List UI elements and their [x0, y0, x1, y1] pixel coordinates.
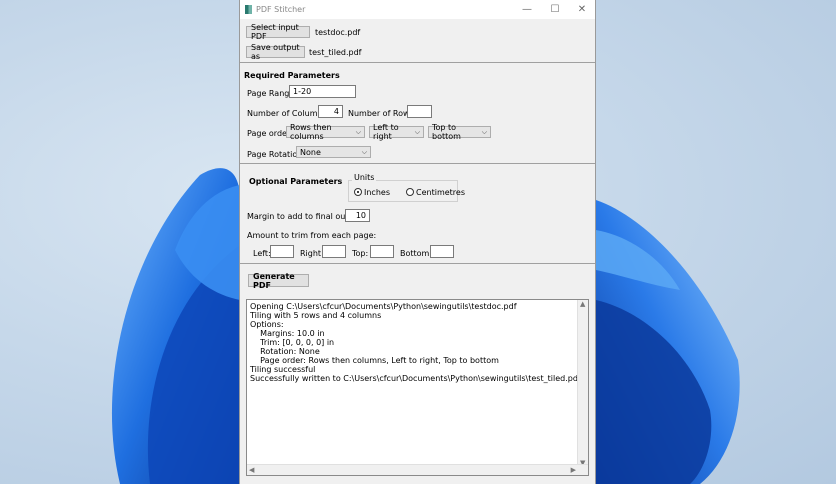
horizontal-direction-value: Left to right: [373, 123, 399, 141]
output-log[interactable]: Opening C:\Users\cfcur\Documents\Python\…: [246, 299, 589, 476]
chevron-down-icon: ⌵: [355, 127, 361, 136]
log-line: Page order: Rows then columns, Left to r…: [250, 356, 499, 365]
chevron-down-icon: ⌵: [361, 147, 367, 156]
log-line: Successfully written to C:\Users\cfcur\D…: [250, 374, 581, 383]
trim-right-input[interactable]: [322, 245, 346, 258]
chevron-down-icon: ⌵: [481, 127, 487, 136]
page-order-select[interactable]: Rows then columns ⌵: [286, 123, 365, 141]
required-parameters-heading: Required Parameters: [244, 71, 340, 80]
trim-bottom-input[interactable]: [430, 245, 454, 258]
log-line: Trim: [0, 0, 0, 0] in: [250, 338, 335, 347]
optional-parameters-heading: Optional Parameters: [249, 177, 343, 186]
page-order-value: Rows then columns: [290, 123, 332, 141]
separator: [240, 163, 595, 164]
trim-label: Amount to trim from each page:: [247, 231, 377, 240]
trim-left-input[interactable]: [270, 245, 294, 258]
log-lines: Opening C:\Users\cfcur\Documents\Python\…: [250, 302, 581, 383]
title-bar[interactable]: PDF Stitcher — ☐ ✕: [240, 0, 595, 19]
output-filename: test_tiled.pdf: [309, 48, 362, 57]
trim-top-input[interactable]: [370, 245, 394, 258]
trim-bottom-label: Bottom:: [400, 249, 433, 258]
minimize-button[interactable]: —: [513, 0, 541, 19]
rotation-value: None: [300, 147, 321, 157]
vertical-direction-value: Top to bottom: [432, 123, 461, 141]
scroll-right-icon[interactable]: ▶: [571, 466, 576, 474]
pdf-stitcher-window: PDF Stitcher — ☐ ✕ Select input PDF test…: [239, 0, 596, 484]
margin-input[interactable]: 10: [345, 209, 370, 222]
maximize-button[interactable]: ☐: [541, 0, 569, 19]
generate-pdf-button[interactable]: Generate PDF: [248, 272, 309, 290]
trim-top-label: Top:: [352, 249, 369, 258]
app-icon: [245, 5, 252, 14]
units-label: Units: [352, 173, 377, 182]
separator: [240, 62, 595, 63]
centimetres-radio[interactable]: [406, 188, 414, 196]
log-line: Options:: [250, 320, 284, 329]
horizontal-scrollbar[interactable]: ◀ ▶: [247, 464, 588, 475]
inches-radio[interactable]: [354, 188, 362, 196]
close-button[interactable]: ✕: [568, 0, 596, 19]
scroll-up-icon[interactable]: ▲: [580, 300, 585, 308]
window-title: PDF Stitcher: [256, 5, 306, 14]
horizontal-direction-select[interactable]: Left to right ⌵: [369, 123, 424, 141]
select-input-pdf-button[interactable]: Select input PDF: [246, 23, 310, 41]
trim-left-label: Left:: [253, 249, 271, 258]
columns-input[interactable]: 4: [318, 105, 343, 118]
log-line: Margins: 10.0 in: [250, 329, 325, 338]
rows-input[interactable]: [407, 105, 432, 118]
page-range-input[interactable]: 1-20: [289, 85, 356, 98]
scroll-left-icon[interactable]: ◀: [249, 466, 254, 474]
log-line: Rotation: None: [250, 347, 320, 356]
centimetres-label: Centimetres: [416, 188, 465, 197]
save-output-button[interactable]: Save output as: [246, 43, 305, 61]
log-line: Tiling with 5 rows and 4 columns: [250, 311, 382, 320]
vertical-direction-select[interactable]: Top to bottom ⌵: [428, 123, 491, 141]
log-line: Opening C:\Users\cfcur\Documents\Python\…: [250, 302, 517, 311]
vertical-scrollbar[interactable]: ▲ ▼: [577, 300, 588, 467]
separator: [240, 263, 595, 264]
chevron-down-icon: ⌵: [414, 127, 420, 136]
log-line: Tiling successful: [250, 365, 316, 374]
rotation-select[interactable]: None ⌵: [296, 146, 371, 158]
input-filename: testdoc.pdf: [315, 28, 361, 37]
inches-label: Inches: [364, 188, 390, 197]
trim-right-label: Right:: [300, 249, 324, 258]
